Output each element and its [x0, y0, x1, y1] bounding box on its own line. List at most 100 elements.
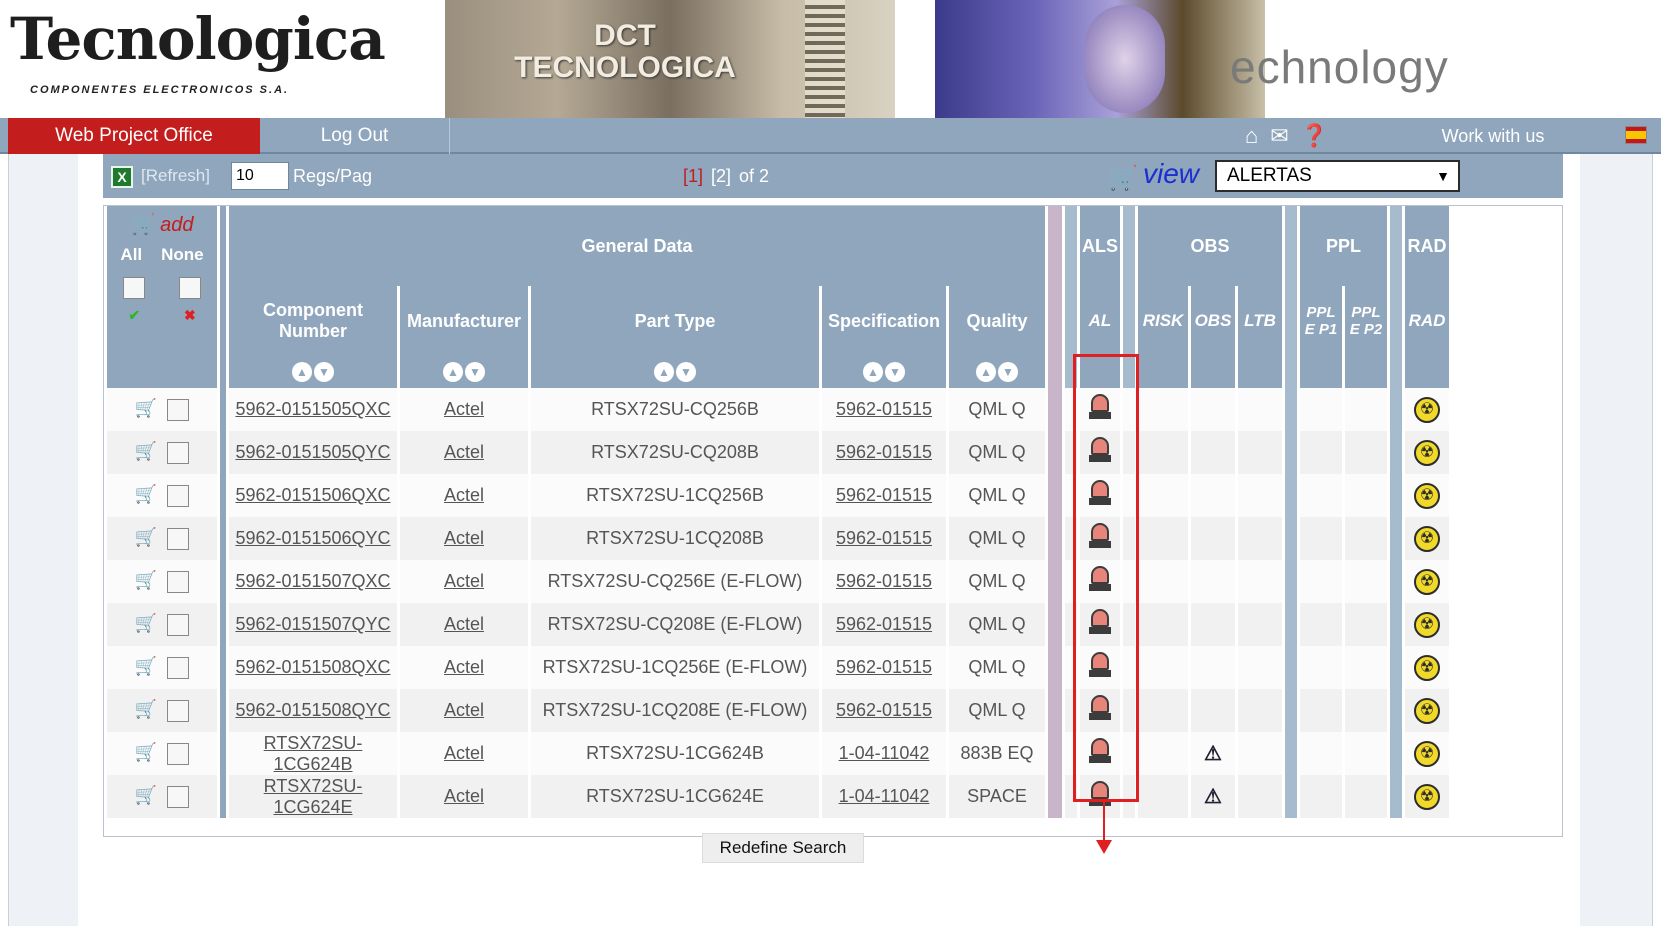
manufacturer-link[interactable]: Actel — [400, 560, 528, 603]
manufacturer-link[interactable]: Actel — [400, 431, 528, 474]
component-number-link[interactable]: 5962-0151508QXC — [229, 646, 397, 689]
manufacturer-link[interactable]: Actel — [400, 646, 528, 689]
col-part-type[interactable]: Part Type — [531, 286, 819, 356]
col-al[interactable]: AL — [1080, 286, 1120, 356]
nav-log-out[interactable]: Log Out — [260, 118, 450, 154]
view-select-dropdown[interactable]: ALERTAS ▼ — [1215, 160, 1460, 192]
component-number-link[interactable]: 5962-0151506QXC — [229, 474, 397, 517]
specification-link[interactable]: 5962-01515 — [822, 474, 946, 517]
view-link[interactable]: view — [1143, 158, 1199, 190]
col-rad[interactable]: RAD — [1405, 286, 1449, 356]
specification-link[interactable]: 1-04-11042 — [822, 775, 946, 818]
refresh-link[interactable]: [Refresh] — [141, 166, 210, 186]
cart-add-icon[interactable]: 🛒 — [135, 656, 157, 676]
company-logo[interactable]: Tecnologica COMPONENTES ELECTRONICOS S.A… — [0, 0, 445, 118]
manufacturer-link[interactable]: Actel — [400, 732, 528, 775]
col-risk[interactable]: RISK — [1138, 286, 1188, 356]
manufacturer-link[interactable]: Actel — [400, 689, 528, 732]
component-number-link[interactable]: 5962-0151505QXC — [229, 388, 397, 431]
nav-work-with-us[interactable]: Work with us — [1418, 118, 1568, 154]
col-obs[interactable]: OBS — [1191, 286, 1235, 356]
radiation-icon[interactable]: ☢ — [1414, 654, 1440, 681]
sort-desc-icon[interactable]: ▼ — [998, 362, 1018, 382]
cart-add-icon[interactable]: 🛒 — [135, 527, 157, 547]
radiation-icon[interactable]: ☢ — [1414, 568, 1440, 595]
radiation-icon[interactable]: ☢ — [1414, 396, 1440, 423]
component-number-link[interactable]: 5962-0151505QYC — [229, 431, 397, 474]
specification-link[interactable]: 5962-01515 — [822, 388, 946, 431]
cross-icon[interactable]: ✖ — [184, 307, 196, 323]
row-checkbox[interactable] — [167, 656, 190, 679]
cart-add-icon[interactable]: 🛒 — [135, 742, 157, 762]
obsolescence-icon[interactable]: ⚠ — [1204, 784, 1222, 809]
select-none-checkbox[interactable] — [179, 277, 202, 299]
sort-desc-icon[interactable]: ▼ — [465, 362, 485, 382]
col-manufacturer[interactable]: Manufacturer — [400, 286, 528, 356]
select-all-checkbox[interactable] — [122, 277, 145, 299]
cart-icon[interactable]: 🛒 — [1108, 164, 1138, 193]
row-checkbox[interactable] — [167, 699, 190, 722]
radiation-icon[interactable]: ☢ — [1414, 783, 1440, 810]
check-icon[interactable]: ✔ — [128, 307, 140, 323]
radiation-icon[interactable]: ☢ — [1414, 611, 1440, 638]
row-checkbox[interactable] — [167, 570, 190, 593]
manufacturer-link[interactable]: Actel — [400, 603, 528, 646]
row-checkbox[interactable] — [167, 441, 190, 464]
home-icon[interactable]: ⌂ — [1245, 123, 1258, 149]
component-number-link[interactable]: 5962-0151507QYC — [229, 603, 397, 646]
radiation-icon[interactable]: ☢ — [1414, 740, 1440, 767]
sort-desc-icon[interactable]: ▼ — [314, 362, 334, 382]
collapse-handle[interactable] — [1390, 206, 1402, 388]
cart-add-icon[interactable]: 🛒 — [135, 699, 157, 719]
manufacturer-link[interactable]: Actel — [400, 388, 528, 431]
specification-link[interactable]: 5962-01515 — [822, 431, 946, 474]
page-1-link[interactable]: [1] — [683, 166, 703, 187]
records-per-page-input[interactable]: 10 — [231, 162, 289, 190]
specification-link[interactable]: 1-04-11042 — [822, 732, 946, 775]
cart-add-icon[interactable]: 🛒 — [135, 570, 157, 590]
mail-icon[interactable]: ✉ — [1270, 123, 1288, 149]
cart-add-icon[interactable]: 🛒 — [135, 441, 157, 461]
sort-asc-icon[interactable]: ▲ — [292, 362, 312, 382]
select-all-label[interactable]: All — [120, 245, 142, 264]
collapse-handle[interactable] — [1285, 206, 1297, 388]
cart-add-icon[interactable]: 🛒 — [135, 613, 157, 633]
sort-asc-icon[interactable]: ▲ — [443, 362, 463, 382]
row-checkbox[interactable] — [167, 484, 190, 507]
spanish-flag-icon[interactable] — [1625, 126, 1647, 144]
radiation-icon[interactable]: ☢ — [1414, 482, 1440, 509]
add-link[interactable]: add — [160, 214, 193, 236]
sort-desc-icon[interactable]: ▼ — [676, 362, 696, 382]
manufacturer-link[interactable]: Actel — [400, 517, 528, 560]
row-checkbox[interactable] — [167, 785, 190, 808]
radiation-icon[interactable]: ☢ — [1414, 697, 1440, 724]
page-2-link[interactable]: [2] — [711, 166, 731, 187]
radiation-icon[interactable]: ☢ — [1414, 439, 1440, 466]
component-number-link[interactable]: 5962-0151506QYC — [229, 517, 397, 560]
sort-asc-icon[interactable]: ▲ — [976, 362, 996, 382]
cart-add-icon[interactable]: 🛒 — [135, 398, 157, 418]
component-number-link[interactable]: 5962-0151508QYC — [229, 689, 397, 732]
specification-link[interactable]: 5962-01515 — [822, 517, 946, 560]
redefine-search-button[interactable]: Redefine Search — [702, 833, 864, 863]
col-ppl-e-p2[interactable]: PPL E P2 — [1345, 286, 1387, 356]
col-ltb[interactable]: LTB — [1238, 286, 1282, 356]
radiation-icon[interactable]: ☢ — [1414, 525, 1440, 552]
cart-add-icon[interactable]: 🛒 — [135, 484, 157, 504]
sort-desc-icon[interactable]: ▼ — [885, 362, 905, 382]
col-component-number[interactable]: Component Number — [229, 286, 397, 356]
row-checkbox[interactable] — [167, 398, 190, 421]
add-to-cart[interactable]: 🛒 add — [107, 212, 217, 237]
column-resizer[interactable] — [1048, 206, 1062, 388]
col-ppl-e-p1[interactable]: PPL E P1 — [1300, 286, 1342, 356]
component-number-link[interactable]: 5962-0151507QXC — [229, 560, 397, 603]
sort-asc-icon[interactable]: ▲ — [863, 362, 883, 382]
help-icon[interactable]: ❓ — [1301, 123, 1328, 149]
manufacturer-link[interactable]: Actel — [400, 775, 528, 818]
specification-link[interactable]: 5962-01515 — [822, 560, 946, 603]
select-none-label[interactable]: None — [161, 245, 204, 264]
excel-export-icon[interactable]: X — [111, 166, 133, 188]
specification-link[interactable]: 5962-01515 — [822, 603, 946, 646]
row-checkbox[interactable] — [167, 527, 190, 550]
sort-asc-icon[interactable]: ▲ — [654, 362, 674, 382]
